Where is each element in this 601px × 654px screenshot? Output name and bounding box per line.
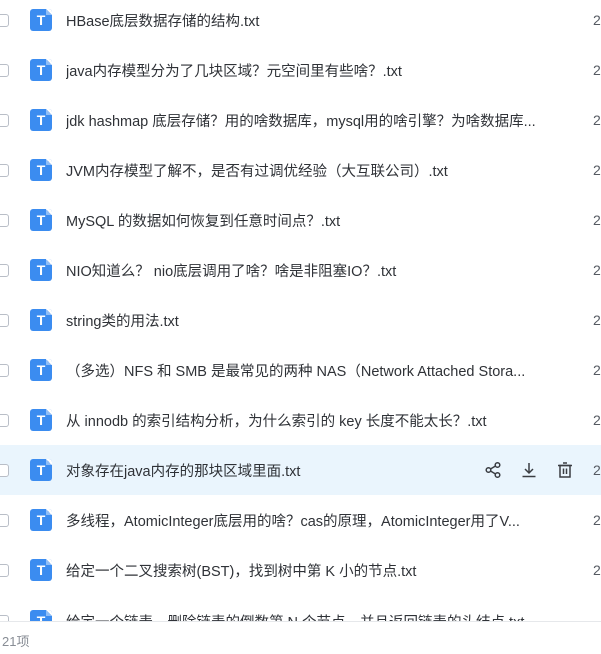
file-size-truncated: 2	[593, 512, 601, 528]
file-row[interactable]: T MySQL 的数据如何恢复到任意时间点？.txt 2	[0, 195, 601, 245]
file-row[interactable]: T 从 innodb 的索引结构分析，为什么索引的 key 长度不能太长？.txt…	[0, 395, 601, 445]
file-name[interactable]: NIO知道么？ nio底层调用了啥？啥是非阻塞IO？.txt	[66, 260, 571, 281]
file-size-truncated: 2	[593, 462, 601, 478]
row-checkbox[interactable]	[0, 63, 9, 77]
file-name[interactable]: 从 innodb 的索引结构分析，为什么索引的 key 长度不能太长？.txt	[66, 410, 571, 431]
file-name[interactable]: string类的用法.txt	[66, 310, 571, 331]
item-count: 21项	[2, 634, 30, 649]
row-checkbox[interactable]	[0, 313, 9, 327]
list-footer: 21项	[0, 621, 601, 654]
row-checkbox[interactable]	[0, 463, 9, 477]
txt-file-icon: T	[30, 9, 52, 31]
row-checkbox[interactable]	[0, 513, 9, 527]
txt-file-icon: T	[30, 209, 52, 231]
row-checkbox[interactable]	[0, 413, 9, 427]
file-size-truncated: 2	[593, 312, 601, 328]
row-checkbox[interactable]	[0, 113, 9, 127]
file-row[interactable]: Tjdk hashmap 底层存储？用的啥数据库，mysql用的啥引擎？为啥数据…	[0, 95, 601, 145]
file-name[interactable]: JVM内存模型了解不，是否有过调优经验（大互联公司）.txt	[66, 160, 571, 181]
file-name[interactable]: （多选）NFS 和 SMB 是最常见的两种 NAS（Network Attach…	[66, 360, 571, 381]
txt-file-icon: T	[30, 259, 52, 281]
txt-file-icon: T	[30, 109, 52, 131]
file-size-truncated: 2	[593, 412, 601, 428]
file-row[interactable]: T 给定一个链表，删除链表的倒数第 N 个节点，并且返回链表的头结点.txt	[0, 596, 601, 621]
row-checkbox[interactable]	[0, 213, 9, 227]
share-icon[interactable]	[484, 461, 502, 479]
file-row[interactable]: T NIO知道么？ nio底层调用了啥？啥是非阻塞IO？.txt 2	[0, 245, 601, 295]
file-name[interactable]: MySQL 的数据如何恢复到任意时间点？.txt	[66, 210, 571, 231]
file-name[interactable]: HBase底层数据存储的结构.txt	[66, 10, 571, 31]
file-name[interactable]: 对象存在java内存的那块区域里面.txt	[66, 460, 466, 481]
file-size-truncated: 2	[593, 62, 601, 78]
file-row[interactable]: T JVM内存模型了解不，是否有过调优经验（大互联公司）.txt 2	[0, 145, 601, 195]
file-size-truncated: 2	[593, 112, 601, 128]
file-row[interactable]: T （多选）NFS 和 SMB 是最常见的两种 NAS（Network Attac…	[0, 345, 601, 395]
file-size-truncated: 2	[593, 362, 601, 378]
txt-file-icon: T	[30, 459, 52, 481]
file-name[interactable]: 给定一个二叉搜索树(BST)，找到树中第 K 小的节点.txt	[66, 560, 571, 581]
row-checkbox[interactable]	[0, 13, 9, 27]
row-actions	[484, 461, 574, 479]
txt-file-icon: T	[30, 409, 52, 431]
file-name[interactable]: java内存模型分为了几块区域？元空间里有些啥？.txt	[66, 60, 571, 81]
row-checkbox[interactable]	[0, 163, 9, 177]
file-row[interactable]: T 多线程，AtomicInteger底层用的啥？cas的原理，AtomicInt…	[0, 495, 601, 545]
file-size-truncated: 2	[593, 212, 601, 228]
file-name[interactable]: 多线程，AtomicInteger底层用的啥？cas的原理，AtomicInte…	[66, 510, 571, 531]
download-icon[interactable]	[520, 461, 538, 479]
file-size-truncated: 2	[593, 562, 601, 578]
txt-file-icon: T	[30, 59, 52, 81]
txt-file-icon: T	[30, 559, 52, 581]
txt-file-icon: T	[30, 309, 52, 331]
txt-file-icon: T	[30, 159, 52, 181]
file-row[interactable]: T 给定一个二叉搜索树(BST)，找到树中第 K 小的节点.txt 2	[0, 545, 601, 595]
file-size-truncated: 2	[593, 12, 601, 28]
file-name[interactable]: 给定一个链表，删除链表的倒数第 N 个节点，并且返回链表的头结点.txt	[66, 611, 571, 622]
file-name[interactable]: jdk hashmap 底层存储？用的啥数据库，mysql用的啥引擎？为啥数据库…	[66, 110, 571, 131]
file-list: T HBase底层数据存储的结构.txt 2 Tjava内存模型分为了几块区域？元空间…	[0, 0, 601, 621]
row-checkbox[interactable]	[0, 563, 9, 577]
file-row[interactable]: Tstring类的用法.txt 2	[0, 295, 601, 345]
file-row[interactable]: Tjava内存模型分为了几块区域？元空间里有些啥？.txt 2	[0, 45, 601, 95]
txt-file-icon: T	[30, 610, 52, 621]
file-row[interactable]: T 对象存在java内存的那块区域里面.txt 2	[0, 445, 601, 495]
file-size-truncated: 2	[593, 162, 601, 178]
txt-file-icon: T	[30, 509, 52, 531]
row-checkbox[interactable]	[0, 363, 9, 377]
file-size-truncated: 2	[593, 262, 601, 278]
txt-file-icon: T	[30, 359, 52, 381]
trash-icon[interactable]	[556, 461, 574, 479]
file-row[interactable]: T HBase底层数据存储的结构.txt 2	[0, 0, 601, 45]
row-checkbox[interactable]	[0, 263, 9, 277]
